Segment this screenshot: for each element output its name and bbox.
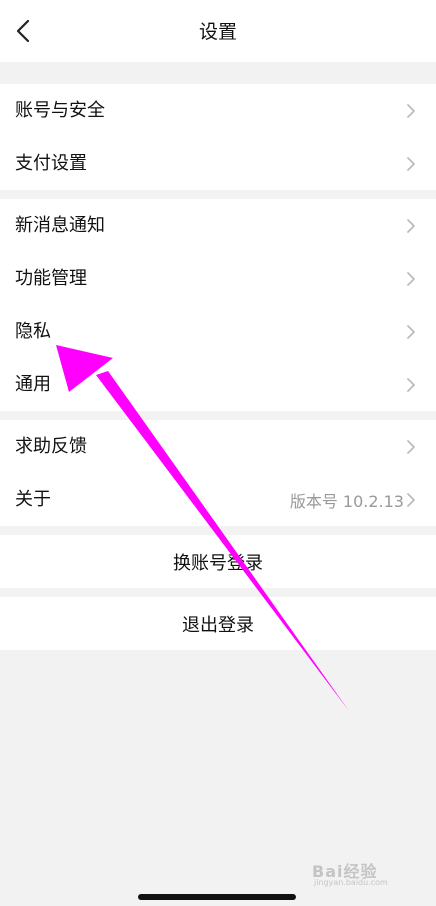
version-value: 版本号 10.2.13 (289, 491, 404, 511)
settings-item-label: 隐私 (15, 320, 51, 342)
settings-item-label: 支付设置 (15, 152, 87, 174)
settings-group-general: 新消息通知 功能管理 隐私 通用 (0, 199, 436, 411)
settings-item-label: 关于 (15, 488, 51, 510)
settings-item-about[interactable]: 关于 版本号 10.2.13 (0, 473, 436, 526)
chevron-right-icon (406, 324, 416, 340)
settings-item-features[interactable]: 功能管理 (0, 252, 436, 305)
chevron-right-icon (406, 218, 416, 234)
logout-button[interactable]: 退出登录 (0, 597, 436, 650)
settings-item-label: 账号与安全 (15, 99, 105, 121)
settings-group-account: 账号与安全 支付设置 (0, 84, 436, 190)
watermark-url: jingyan.baidu.com (314, 878, 388, 887)
settings-item-general[interactable]: 通用 (0, 358, 436, 411)
settings-item-privacy[interactable]: 隐私 (0, 305, 436, 358)
chevron-right-icon (406, 439, 416, 455)
settings-item-feedback[interactable]: 求助反馈 (0, 420, 436, 473)
settings-item-notifications[interactable]: 新消息通知 (0, 199, 436, 252)
switch-account-button[interactable]: 换账号登录 (0, 535, 436, 588)
watermark-logo: Bai经验 jingyan.baidu.com (312, 858, 408, 888)
settings-item-label: 求助反馈 (15, 435, 87, 457)
page-title: 设置 (198, 21, 237, 43)
home-indicator (138, 894, 296, 900)
settings-item-account-security[interactable]: 账号与安全 (0, 84, 436, 137)
chevron-right-icon (406, 271, 416, 287)
settings-item-label: 功能管理 (15, 267, 87, 289)
settings-group-help: 求助反馈 关于 版本号 10.2.13 (0, 420, 436, 526)
nav-bar: 设置 (0, 0, 436, 62)
settings-item-label: 新消息通知 (15, 214, 105, 236)
chevron-right-icon (406, 377, 416, 393)
chevron-right-icon (406, 103, 416, 119)
chevron-right-icon (406, 492, 416, 508)
chevron-right-icon (406, 156, 416, 172)
settings-item-payment[interactable]: 支付设置 (0, 137, 436, 190)
settings-item-label: 通用 (15, 373, 51, 395)
